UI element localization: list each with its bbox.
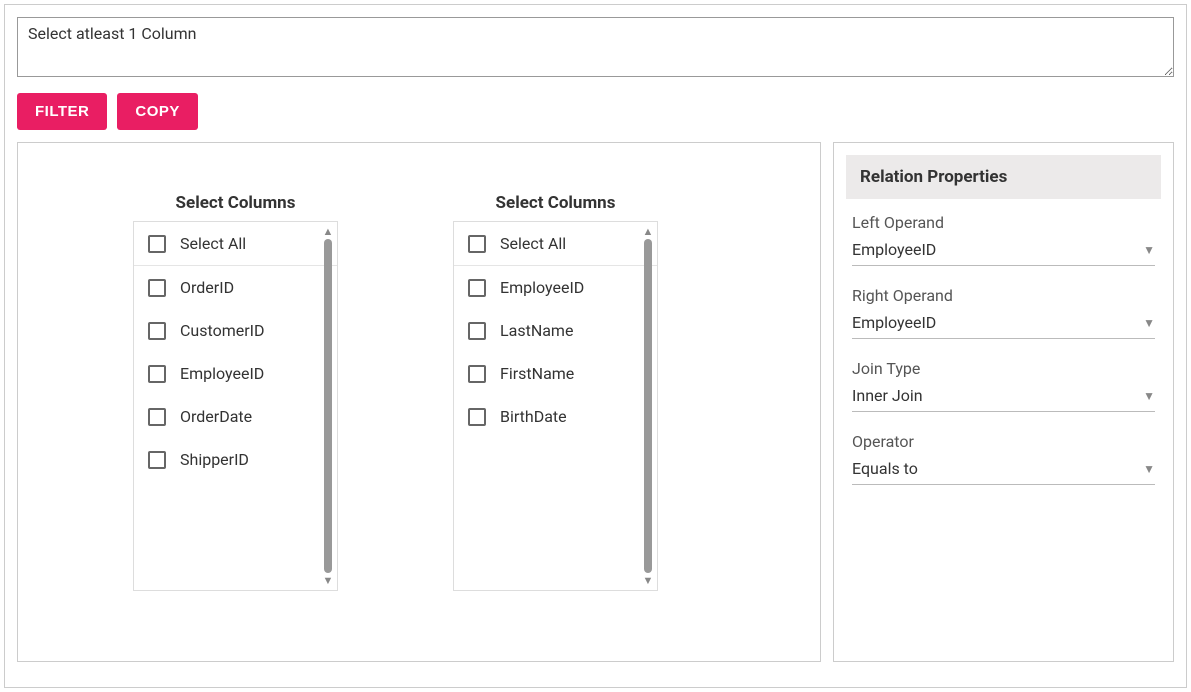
scroll-down-icon[interactable]: ▼ [643,575,654,586]
list-item[interactable]: OrderID [134,266,337,309]
checkbox-icon[interactable] [468,279,486,297]
left-columns-card: Select Columns Select All OrderID [133,193,338,641]
item-label: Select All [500,234,566,253]
join-type-field: Join Type Inner Join ▼ [846,359,1161,418]
chevron-down-icon: ▼ [1143,243,1155,257]
item-label: CustomerID [180,321,264,340]
scroll-thumb[interactable] [644,239,652,573]
card-title: Select Columns [133,193,338,213]
checkbox-icon[interactable] [468,408,486,426]
copy-button[interactable]: COPY [117,93,198,130]
item-label: BirthDate [500,407,567,426]
checkbox-icon[interactable] [468,235,486,253]
list-item[interactable]: CustomerID [134,309,337,352]
scroll-up-icon[interactable]: ▲ [323,226,334,237]
checkbox-icon[interactable] [468,322,486,340]
checkbox-icon[interactable] [468,365,486,383]
list-item[interactable]: FirstName [454,352,657,395]
item-label: LastName [500,321,573,340]
operator-field: Operator Equals to ▼ [846,432,1161,491]
right-operand-field: Right Operand EmployeeID ▼ [846,286,1161,345]
checkbox-icon[interactable] [148,279,166,297]
checkbox-icon[interactable] [148,365,166,383]
right-operand-select[interactable]: EmployeeID ▼ [852,313,1155,339]
field-value: Equals to [852,459,918,478]
item-label: EmployeeID [500,278,584,297]
list-item[interactable]: ShipperID [134,438,337,481]
item-label: OrderDate [180,407,252,426]
chevron-down-icon: ▼ [1143,316,1155,330]
field-value: EmployeeID [852,240,936,259]
relation-properties-panel: Relation Properties Left Operand Employe… [833,142,1174,662]
field-value: EmployeeID [852,313,936,332]
filter-button[interactable]: FILTER [17,93,107,130]
columns-panel: Select Columns Select All OrderID [17,142,821,662]
relation-properties-header: Relation Properties [846,155,1161,199]
right-columns-card: Select Columns Select All EmployeeID [453,193,658,641]
list-item[interactable]: OrderDate [134,395,337,438]
list-item[interactable]: EmployeeID [454,266,657,309]
field-label: Left Operand [852,213,1155,232]
chevron-down-icon: ▼ [1143,389,1155,403]
scrollbar[interactable]: ▲ ▼ [321,226,335,586]
scroll-down-icon[interactable]: ▼ [323,575,334,586]
checkbox-icon[interactable] [148,322,166,340]
item-label: FirstName [500,364,574,383]
field-label: Join Type [852,359,1155,378]
content-row: Select Columns Select All OrderID [17,142,1174,662]
select-all-item[interactable]: Select All [454,222,657,266]
list-item[interactable]: BirthDate [454,395,657,438]
checkbox-icon[interactable] [148,408,166,426]
item-label: OrderID [180,278,234,297]
query-textarea[interactable] [17,17,1174,77]
listbox-items: Select All EmployeeID LastName Firs [454,222,657,590]
card-title: Select Columns [453,193,658,213]
outer-panel: FILTER COPY Select Columns Select All Or… [4,4,1187,688]
scroll-thumb[interactable] [324,239,332,573]
field-value: Inner Join [852,386,923,405]
operator-select[interactable]: Equals to ▼ [852,459,1155,485]
checkbox-icon[interactable] [148,451,166,469]
select-all-item[interactable]: Select All [134,222,337,266]
right-columns-listbox: Select All EmployeeID LastName Firs [453,221,658,591]
list-item[interactable]: EmployeeID [134,352,337,395]
scroll-up-icon[interactable]: ▲ [643,226,654,237]
left-columns-listbox: Select All OrderID CustomerID Emplo [133,221,338,591]
left-operand-field: Left Operand EmployeeID ▼ [846,213,1161,272]
field-label: Right Operand [852,286,1155,305]
button-row: FILTER COPY [17,93,1174,130]
scrollbar[interactable]: ▲ ▼ [641,226,655,586]
listbox-items: Select All OrderID CustomerID Emplo [134,222,337,590]
item-label: ShipperID [180,450,249,469]
item-label: Select All [180,234,246,253]
item-label: EmployeeID [180,364,264,383]
checkbox-icon[interactable] [148,235,166,253]
list-item[interactable]: LastName [454,309,657,352]
left-operand-select[interactable]: EmployeeID ▼ [852,240,1155,266]
join-type-select[interactable]: Inner Join ▼ [852,386,1155,412]
chevron-down-icon: ▼ [1143,462,1155,476]
field-label: Operator [852,432,1155,451]
